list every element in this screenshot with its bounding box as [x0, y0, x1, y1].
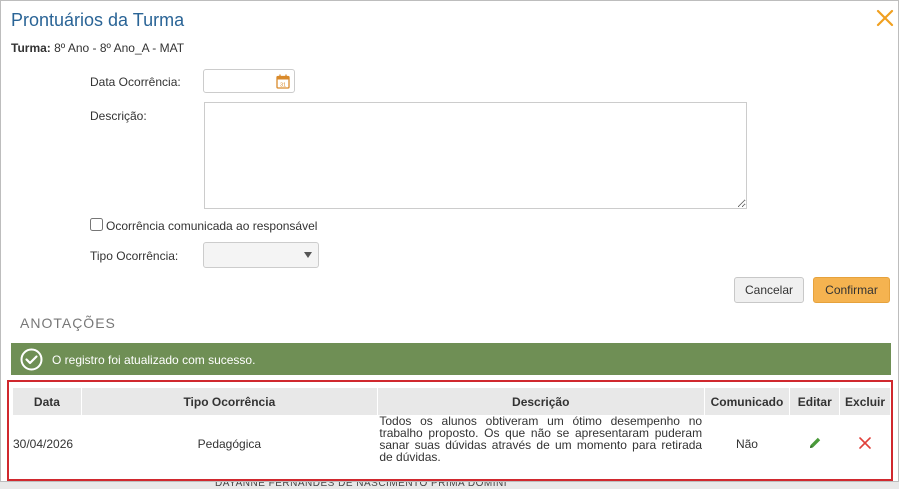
descricao-textarea[interactable] [204, 102, 747, 209]
chevron-down-icon [304, 252, 312, 258]
x-icon[interactable] [858, 436, 872, 450]
cell-editar [790, 415, 840, 473]
svg-text:31: 31 [280, 83, 286, 89]
modal-title: Prontuários da Turma [11, 10, 185, 30]
calendar-icon[interactable]: 31 [276, 74, 290, 89]
tipo-ocorrencia-label: Tipo Ocorrência: [90, 249, 179, 263]
comunicada-label: Ocorrência comunicada ao responsável [106, 219, 318, 233]
cell-descricao-text: Todos os alunos obtiveram um ótimo desem… [379, 415, 703, 464]
comunicada-checkbox[interactable] [90, 218, 103, 231]
data-ocorrencia-input[interactable]: 31 [203, 69, 295, 93]
header-tipo[interactable]: Tipo Ocorrência [81, 388, 378, 415]
prontuarios-modal: Prontuários da Turma Turma: 8º Ano - 8º … [0, 0, 899, 482]
table-row: 30/04/2026 Pedagógica Todos os alunos ob… [13, 415, 891, 473]
cell-data: 30/04/2026 [13, 437, 74, 451]
header-comunicado[interactable]: Comunicado [704, 388, 791, 415]
alert-message: O registro foi atualizado com sucesso. [52, 353, 256, 367]
cell-comunicado: Não [735, 437, 758, 451]
cell-excluir [840, 415, 891, 473]
header-data[interactable]: Data [13, 388, 82, 415]
cancel-button[interactable]: Cancelar [734, 277, 804, 303]
anotacoes-table-highlight: Data Tipo Ocorrência Descrição Comunicad… [7, 380, 893, 481]
header-descricao[interactable]: Descrição [377, 388, 705, 415]
turma-info: Turma: 8º Ano - 8º Ano_A - MAT [11, 41, 184, 55]
tipo-ocorrencia-select[interactable] [203, 242, 319, 268]
turma-value: 8º Ano - 8º Ano_A - MAT [54, 41, 185, 55]
data-ocorrencia-label: Data Ocorrência: [90, 75, 181, 89]
cell-descricao: Todos os alunos obtiveram um ótimo desem… [377, 415, 704, 473]
cell-tipo: Pedagógica [197, 437, 262, 451]
turma-label: Turma: [11, 41, 51, 55]
check-circle-icon [20, 348, 43, 371]
descricao-label: Descrição: [90, 109, 147, 123]
success-alert: O registro foi atualizado com sucesso. [11, 343, 891, 375]
table-header-row: Data Tipo Ocorrência Descrição Comunicad… [13, 388, 891, 415]
confirm-button[interactable]: Confirmar [813, 277, 890, 303]
anotacoes-table: Data Tipo Ocorrência Descrição Comunicad… [13, 388, 891, 473]
pencil-icon[interactable] [808, 436, 822, 450]
header-editar: Editar [789, 388, 841, 415]
anotacoes-section-title: ANOTAÇÕES [20, 315, 116, 331]
close-icon[interactable] [874, 7, 896, 29]
header-excluir: Excluir [839, 388, 891, 415]
